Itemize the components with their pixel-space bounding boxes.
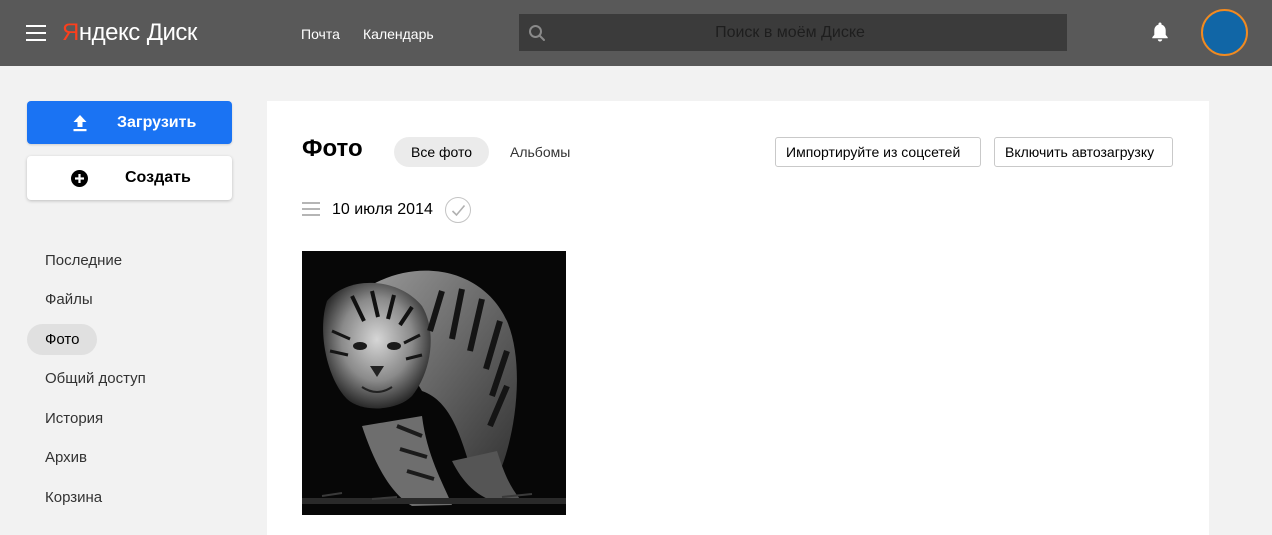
enable-autoload-button[interactable]: Включить автозагрузку	[994, 137, 1173, 167]
sidebar-item-files[interactable]: Файлы	[27, 284, 111, 315]
search-box	[519, 14, 1067, 51]
upload-label: Загрузить	[117, 114, 197, 131]
mail-link[interactable]: Почта	[301, 25, 340, 43]
create-button[interactable]: Создать	[27, 156, 232, 200]
sidebar-item-shared[interactable]: Общий доступ	[27, 363, 164, 394]
avatar[interactable]	[1201, 9, 1248, 56]
plus-circle-icon	[71, 170, 88, 187]
import-social-button[interactable]: Импортируйте из соцсетей	[775, 137, 981, 167]
calendar-link[interactable]: Календарь	[363, 25, 434, 43]
upload-button[interactable]: Загрузить	[27, 101, 232, 144]
page-title: Фото	[302, 135, 363, 162]
tab-albums[interactable]: Альбомы	[493, 137, 587, 167]
sidebar-item-recent[interactable]: Последние	[27, 245, 140, 276]
bell-icon[interactable]	[1150, 21, 1170, 43]
logo-rest: ндекс	[78, 19, 140, 46]
tab-all-photos[interactable]: Все фото	[394, 137, 490, 167]
select-group-checkbox[interactable]	[445, 197, 471, 223]
search-icon[interactable]	[528, 24, 546, 42]
tiger-photo-image	[302, 251, 566, 515]
logo[interactable]: Яндекс Диск	[62, 17, 197, 49]
group-list-icon[interactable]	[302, 202, 320, 216]
sidebar-item-history[interactable]: История	[27, 403, 121, 434]
sidebar-item-photos[interactable]: Фото	[27, 324, 98, 355]
logo-first-letter: Я	[62, 19, 79, 46]
photo-group-date: 10 июля 2014	[332, 201, 433, 218]
menu-icon[interactable]	[26, 25, 46, 41]
top-header: Яндекс Диск Почта Календарь	[0, 0, 1272, 66]
photo-thumbnail-tiger[interactable]	[302, 251, 566, 515]
upload-icon	[73, 115, 87, 132]
sidebar-item-archive[interactable]: Архив	[27, 442, 105, 473]
logo-service: Диск	[146, 19, 198, 46]
create-label: Создать	[125, 169, 191, 186]
sidebar-item-trash[interactable]: Корзина	[27, 482, 120, 513]
photos-panel: Фото Все фото Альбомы Импортируйте из со…	[267, 101, 1209, 535]
search-input[interactable]	[555, 14, 1059, 51]
check-icon	[451, 204, 466, 217]
